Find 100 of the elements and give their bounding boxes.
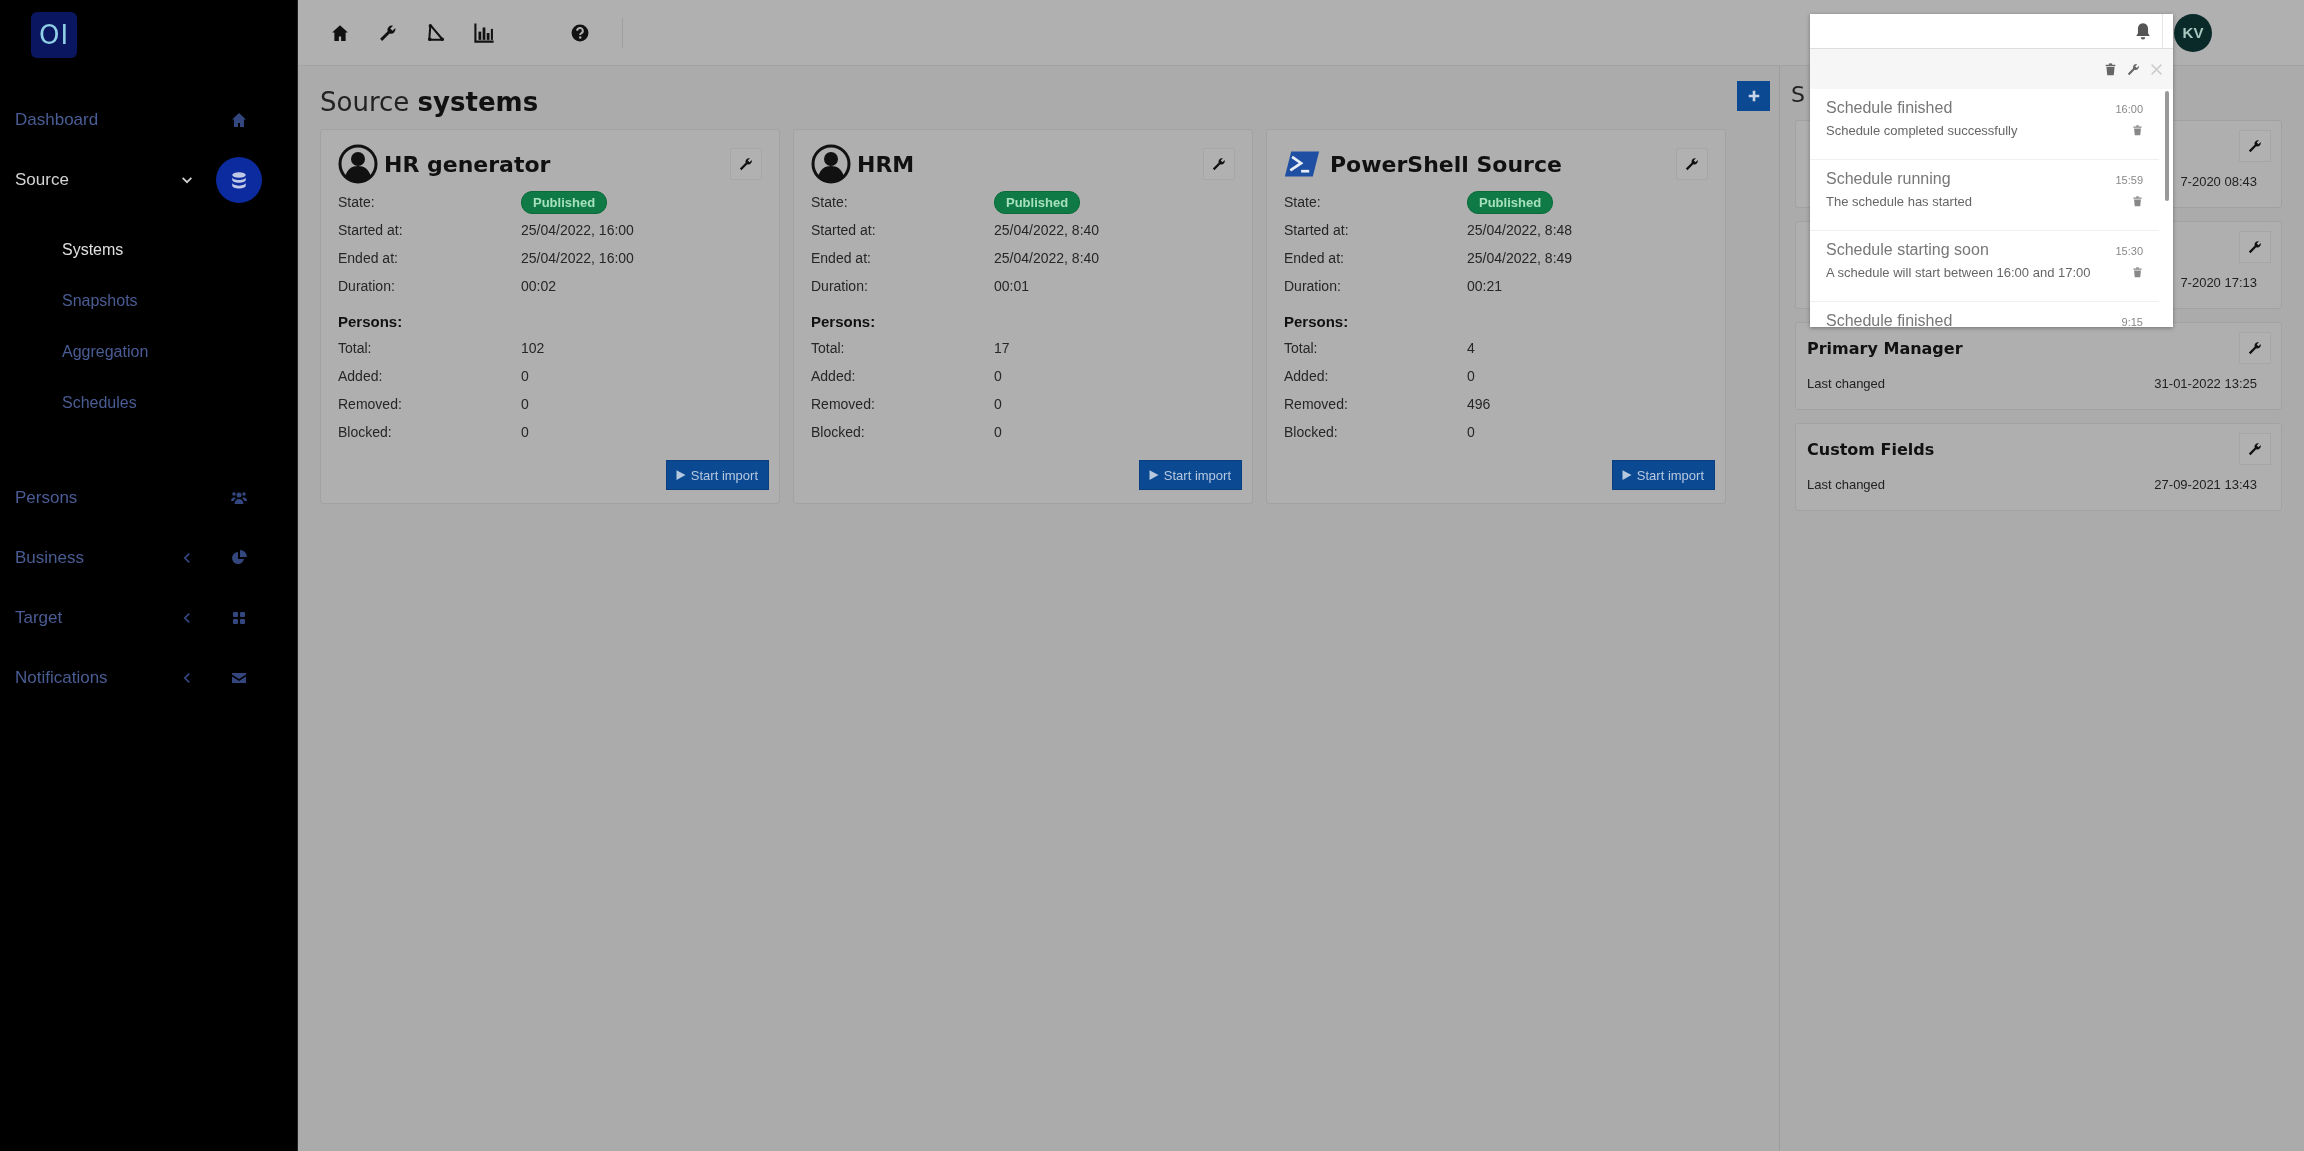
field-value: 7-2020 17:13 — [2180, 275, 2257, 290]
notification-item[interactable]: Schedule starting soon 15:30 A schedule will start between 16:00 and 17:00 — [1810, 231, 2159, 302]
field-value: 25/04/2022, 8:40 — [994, 222, 1100, 238]
field-value: 31-01-2022 13:25 — [2154, 376, 2257, 391]
card-title: HR generator — [384, 151, 552, 177]
trash-icon[interactable] — [2132, 267, 2143, 278]
bar-chart-icon[interactable] — [473, 21, 495, 44]
app-logo[interactable]: OI — [31, 12, 77, 58]
help-icon[interactable] — [571, 23, 589, 42]
envelope-icon — [231, 670, 247, 686]
section-heading: Persons: — [338, 312, 404, 332]
nav-item[interactable]: Dashboard — [0, 90, 297, 150]
trash-icon[interactable] — [2132, 196, 2143, 207]
field-value: 0 — [1467, 368, 1475, 384]
nav-subitem[interactable]: Systems — [0, 224, 297, 275]
people-icon — [231, 490, 247, 506]
trash-icon[interactable] — [2132, 125, 2143, 136]
field-label: Last changed — [1807, 376, 1886, 391]
field-label: Duration: — [1284, 278, 1342, 294]
settings-button[interactable] — [2239, 433, 2271, 465]
field-label: Duration: — [811, 278, 869, 294]
notification-time: 15:59 — [2115, 174, 2143, 186]
field-value: 00:02 — [521, 278, 557, 294]
status-badge: Published — [521, 190, 608, 214]
settings-icon[interactable] — [379, 23, 397, 42]
notification-time: 15:30 — [2115, 245, 2143, 257]
field-label: Blocked: — [338, 424, 393, 440]
field-value: 0 — [994, 368, 1002, 384]
card-title: Custom Fields — [1807, 439, 1935, 459]
settings-icon[interactable] — [2127, 62, 2140, 76]
wrench-icon — [2248, 240, 2262, 254]
user-icon — [811, 144, 851, 184]
nav-item[interactable]: Persons — [0, 468, 297, 528]
field-label: Ended at: — [1284, 250, 1345, 266]
notification-item[interactable]: Schedule finished 16:00 Schedule completed successfully — [1810, 89, 2159, 160]
play-icon — [674, 469, 687, 481]
nav-subitem[interactable]: Aggregation — [0, 326, 297, 377]
user-avatar[interactable]: KV — [2174, 13, 2212, 52]
field-value: 496 — [1467, 396, 1491, 412]
nav-item[interactable]: Target — [0, 588, 297, 648]
start-import-button[interactable]: Start import — [1138, 460, 1242, 490]
field-label: Added: — [1284, 368, 1330, 384]
nav-subitem[interactable]: Snapshots — [0, 275, 297, 326]
field-value: 7-2020 08:43 — [2180, 174, 2257, 189]
add-button[interactable] — [1737, 81, 1770, 111]
field-label: State: — [1284, 194, 1322, 210]
nav-item[interactable]: Business — [0, 528, 297, 588]
field-label: Started at: — [811, 222, 877, 238]
field-value: 27-09-2021 13:43 — [2154, 477, 2257, 492]
notification-title: Schedule finished — [1826, 312, 1953, 327]
notification-item[interactable]: Schedule running 15:59 The schedule has started — [1810, 160, 2159, 231]
field-value: 25/04/2022, 8:48 — [1467, 222, 1573, 238]
field-label: Added: — [338, 368, 384, 384]
field-label: Duration: — [338, 278, 396, 294]
settings-button[interactable] — [2239, 332, 2271, 364]
home-icon[interactable] — [331, 23, 349, 42]
field-value: 102 — [521, 340, 545, 356]
field-label: Removed: — [338, 396, 403, 412]
field-label: Ended at: — [811, 250, 872, 266]
bell-icon[interactable] — [2134, 22, 2152, 40]
field-value: 0 — [994, 424, 1002, 440]
start-import-button[interactable]: Start import — [1611, 460, 1715, 490]
nav-subitem[interactable]: Schedules — [0, 377, 297, 428]
notification-item[interactable]: Schedule finished 9:15 — [1810, 302, 2159, 327]
field-value: 4 — [1467, 340, 1475, 356]
field-label: State: — [338, 194, 376, 210]
field-value: 00:21 — [1467, 278, 1503, 294]
notification-title: Schedule finished — [1826, 99, 1953, 117]
field-label: Blocked: — [811, 424, 866, 440]
notification-message: Schedule completed successfully — [1826, 123, 2018, 138]
wrench-icon — [1685, 157, 1699, 171]
field-value: 0 — [994, 396, 1002, 412]
nav-item[interactable]: Notifications — [0, 648, 297, 708]
trash-icon[interactable] — [2104, 62, 2117, 76]
field-label: State: — [811, 194, 849, 210]
field-label: Started at: — [1284, 222, 1350, 238]
field-label: Ended at: — [338, 250, 399, 266]
user-icon — [338, 144, 378, 184]
database-icon — [230, 171, 248, 189]
field-label: Total: — [1284, 340, 1319, 356]
notification-title: Schedule running — [1826, 170, 1951, 188]
field-label: Removed: — [811, 396, 876, 412]
settings-button[interactable] — [1203, 148, 1235, 180]
settings-button[interactable] — [2239, 130, 2271, 162]
settings-button[interactable] — [2239, 231, 2271, 263]
grid-icon — [231, 610, 247, 626]
section-heading: Persons: — [1284, 312, 1350, 332]
nav-item[interactable]: Source — [0, 150, 297, 210]
start-import-button[interactable]: Start import — [665, 460, 769, 490]
field-label: Started at: — [338, 222, 404, 238]
settings-button[interactable] — [730, 148, 762, 180]
card-title: HRM — [857, 151, 916, 177]
panel-title: S — [1791, 82, 1805, 109]
settings-button[interactable] — [1676, 148, 1708, 180]
card-title: PowerShell Source — [1330, 151, 1563, 177]
notification-message: The schedule has started — [1826, 194, 1972, 209]
plus-icon — [1746, 89, 1761, 103]
field-label: Removed: — [1284, 396, 1349, 412]
wrench-icon — [1212, 157, 1226, 171]
field-value: 25/04/2022, 8:49 — [1467, 250, 1573, 266]
